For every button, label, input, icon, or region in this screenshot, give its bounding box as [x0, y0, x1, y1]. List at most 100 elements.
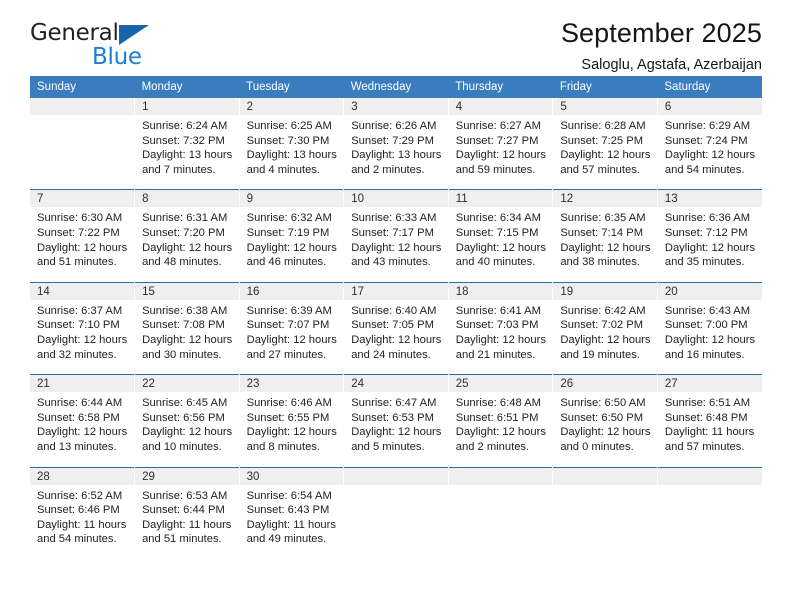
sunset-text: Sunset: 7:14 PM [560, 226, 644, 239]
day-number: 22 [135, 375, 239, 393]
calendar-day-cell[interactable]: 4 Sunrise: 6:27 AM Sunset: 7:27 PM Daylight… [448, 98, 554, 184]
calendar-day-cell[interactable]: 27 Sunrise: 6:51 AM Sunset: 6:48 PM Dayligh… [657, 374, 762, 461]
weekday-header-friday: Friday [552, 76, 658, 98]
daylight-text: and 46 minutes. [246, 256, 327, 269]
day-details: Sunrise: 6:26 AM Sunset: 7:29 PM Daylight:… [344, 115, 448, 183]
day-number [30, 98, 135, 115]
day-number: 28 [30, 467, 135, 485]
day-number: 1 [135, 98, 239, 115]
calendar-day-cell[interactable]: 22 Sunrise: 6:45 AM Sunset: 6:56 PM Dayligh… [134, 374, 240, 461]
calendar-day-cell[interactable]: 3 Sunrise: 6:26 AM Sunset: 7:29 PM Daylight… [343, 98, 449, 184]
day-number: 29 [135, 467, 239, 485]
calendar-day-cell[interactable]: 25 Sunrise: 6:48 AM Sunset: 6:51 PM Dayligh… [448, 374, 554, 461]
daylight-text: and 24 minutes. [351, 348, 431, 361]
day-details [30, 115, 134, 179]
sunset-text: Sunset: 6:55 PM [246, 411, 330, 424]
sunrise-text: Sunrise: 6:51 AM [664, 397, 751, 410]
calendar-day-cell[interactable]: 1 Sunrise: 6:24 AM Sunset: 7:32 PM Daylight… [134, 98, 240, 184]
daylight-text: and 10 minutes. [142, 440, 222, 453]
calendar-day-cell[interactable]: 17 Sunrise: 6:40 AM Sunset: 7:05 PM Dayligh… [343, 281, 449, 369]
sunset-text: Sunset: 7:03 PM [455, 319, 539, 332]
day-number: 3 [344, 98, 448, 115]
daylight-text: and 13 minutes. [37, 440, 117, 453]
triangle-icon [118, 25, 149, 45]
calendar-day-cell[interactable]: 26 Sunrise: 6:50 AM Sunset: 6:50 PM Dayligh… [552, 374, 658, 461]
calendar-day-cell[interactable]: 20 Sunrise: 6:43 AM Sunset: 7:00 PM Dayligh… [657, 281, 762, 369]
day-number: 20 [657, 282, 762, 300]
calendar-day-cell[interactable]: 9 Sunrise: 6:32 AM Sunset: 7:19 PM Daylight… [239, 189, 345, 276]
daylight-text: Daylight: 12 hours [351, 241, 442, 254]
sunrise-text: Sunrise: 6:50 AM [560, 397, 646, 410]
daylight-text: Daylight: 12 hours [455, 241, 546, 254]
sunrise-text: Sunrise: 6:48 AM [455, 397, 541, 410]
calendar-day-cell[interactable]: 28 Sunrise: 6:52 AM Sunset: 6:46 PM Dayligh… [30, 466, 136, 553]
sunrise-text: Sunrise: 6:47 AM [351, 397, 437, 410]
sunset-text: Sunset: 6:48 PM [664, 411, 748, 424]
calendar-day-cell[interactable]: 18 Sunrise: 6:41 AM Sunset: 7:03 PM Dayligh… [448, 281, 554, 369]
daylight-text: and 32 minutes. [37, 348, 117, 361]
daylight-text: Daylight: 12 hours [560, 426, 651, 439]
daylight-text: Daylight: 12 hours [455, 426, 546, 439]
daylight-text: and 16 minutes. [664, 348, 745, 361]
calendar-day-cell[interactable]: 30 Sunrise: 6:54 AM Sunset: 6:43 PM Dayligh… [239, 466, 345, 553]
day-details: Sunrise: 6:50 AM Sunset: 6:50 PM Daylight:… [553, 392, 657, 460]
sunset-text: Sunset: 6:50 PM [560, 411, 644, 424]
daylight-text: and 2 minutes. [351, 163, 425, 176]
daylight-text: and 27 minutes. [246, 348, 327, 361]
sunrise-text: Sunrise: 6:25 AM [246, 120, 332, 132]
calendar-day-cell[interactable]: 24 Sunrise: 6:47 AM Sunset: 6:53 PM Dayligh… [343, 374, 449, 461]
calendar-day-cell[interactable]: 29 Sunrise: 6:53 AM Sunset: 6:44 PM Dayligh… [134, 466, 240, 553]
calendar-day-cell[interactable]: 23 Sunrise: 6:46 AM Sunset: 6:55 PM Dayligh… [239, 374, 345, 461]
daylight-text: and 51 minutes. [142, 533, 222, 546]
calendar-day-cell[interactable]: 19 Sunrise: 6:42 AM Sunset: 7:02 PM Dayligh… [552, 281, 658, 369]
day-details: Sunrise: 6:31 AM Sunset: 7:20 PM Daylight:… [135, 207, 239, 275]
day-details: Sunrise: 6:45 AM Sunset: 6:56 PM Daylight:… [135, 392, 239, 460]
day-details: Sunrise: 6:42 AM Sunset: 7:02 PM Daylight:… [553, 300, 657, 368]
weekday-header-monday: Monday [134, 76, 240, 98]
sunrise-text: Sunrise: 6:42 AM [560, 304, 646, 317]
calendar-day-cell[interactable]: 5 Sunrise: 6:28 AM Sunset: 7:25 PM Daylight… [552, 98, 658, 184]
day-details: Sunrise: 6:53 AM Sunset: 6:44 PM Daylight:… [135, 485, 239, 553]
calendar-day-cell[interactable]: 16 Sunrise: 6:39 AM Sunset: 7:07 PM Dayligh… [239, 281, 345, 369]
sunrise-text: Sunrise: 6:32 AM [246, 212, 332, 225]
sunrise-text: Sunrise: 6:54 AM [246, 489, 332, 502]
sunset-text: Sunset: 7:07 PM [246, 319, 330, 332]
daylight-text: Daylight: 12 hours [142, 241, 233, 254]
day-number: 30 [239, 467, 344, 485]
calendar-day-cell[interactable]: 12 Sunrise: 6:35 AM Sunset: 7:14 PM Dayligh… [552, 189, 658, 276]
weekday-header-sunday: Sunday [30, 76, 135, 98]
calendar-day-cell[interactable]: 15 Sunrise: 6:38 AM Sunset: 7:08 PM Dayligh… [134, 281, 240, 369]
daylight-text: Daylight: 12 hours [455, 149, 546, 162]
calendar-day-cell[interactable]: 21 Sunrise: 6:44 AM Sunset: 6:58 PM Dayligh… [30, 374, 136, 461]
general-blue-logo[interactable]: General Blue [30, 0, 149, 69]
daylight-text: and 59 minutes. [455, 163, 536, 176]
calendar-day-cell[interactable]: 13 Sunrise: 6:36 AM Sunset: 7:12 PM Dayligh… [657, 189, 762, 276]
calendar-table: Sunday Monday Tuesday Wednesday Thursday… [30, 76, 762, 553]
calendar-day-cell[interactable]: 2 Sunrise: 6:25 AM Sunset: 7:30 PM Daylight… [239, 98, 345, 184]
calendar-day-cell[interactable]: 6 Sunrise: 6:29 AM Sunset: 7:24 PM Daylight… [657, 98, 762, 184]
day-details: Sunrise: 6:40 AM Sunset: 7:05 PM Daylight:… [344, 300, 448, 368]
daylight-text: Daylight: 12 hours [560, 241, 651, 254]
day-details [553, 485, 657, 549]
calendar-day-cell[interactable]: 7 Sunrise: 6:30 AM Sunset: 7:22 PM Daylight… [30, 189, 136, 276]
daylight-text: Daylight: 13 hours [142, 149, 233, 162]
day-number: 16 [239, 282, 344, 300]
daylight-text: and 57 minutes. [560, 163, 640, 176]
daylight-text: Daylight: 11 hours [246, 518, 336, 531]
calendar-day-cell[interactable]: 10 Sunrise: 6:33 AM Sunset: 7:17 PM Dayligh… [343, 189, 449, 276]
day-details: Sunrise: 6:35 AM Sunset: 7:14 PM Daylight:… [553, 207, 657, 275]
sunset-text: Sunset: 7:10 PM [37, 319, 120, 332]
calendar-day-cell[interactable]: 11 Sunrise: 6:34 AM Sunset: 7:15 PM Dayligh… [448, 189, 554, 276]
calendar-empty-cell [30, 98, 136, 184]
calendar-day-cell[interactable]: 8 Sunrise: 6:31 AM Sunset: 7:20 PM Daylight… [134, 189, 240, 276]
daylight-text: Daylight: 12 hours [455, 333, 546, 346]
calendar-day-cell[interactable]: 14 Sunrise: 6:37 AM Sunset: 7:10 PM Dayligh… [30, 281, 136, 369]
day-number: 7 [30, 190, 135, 208]
sunrise-text: Sunrise: 6:27 AM [455, 120, 541, 132]
sunset-text: Sunset: 7:22 PM [37, 226, 120, 239]
day-number: 6 [657, 98, 762, 115]
day-details: Sunrise: 6:25 AM Sunset: 7:30 PM Daylight:… [240, 115, 344, 183]
day-details: Sunrise: 6:29 AM Sunset: 7:24 PM Daylight:… [658, 115, 762, 183]
sunrise-text: Sunrise: 6:52 AM [37, 489, 123, 502]
logo-text-general: General [30, 22, 149, 45]
